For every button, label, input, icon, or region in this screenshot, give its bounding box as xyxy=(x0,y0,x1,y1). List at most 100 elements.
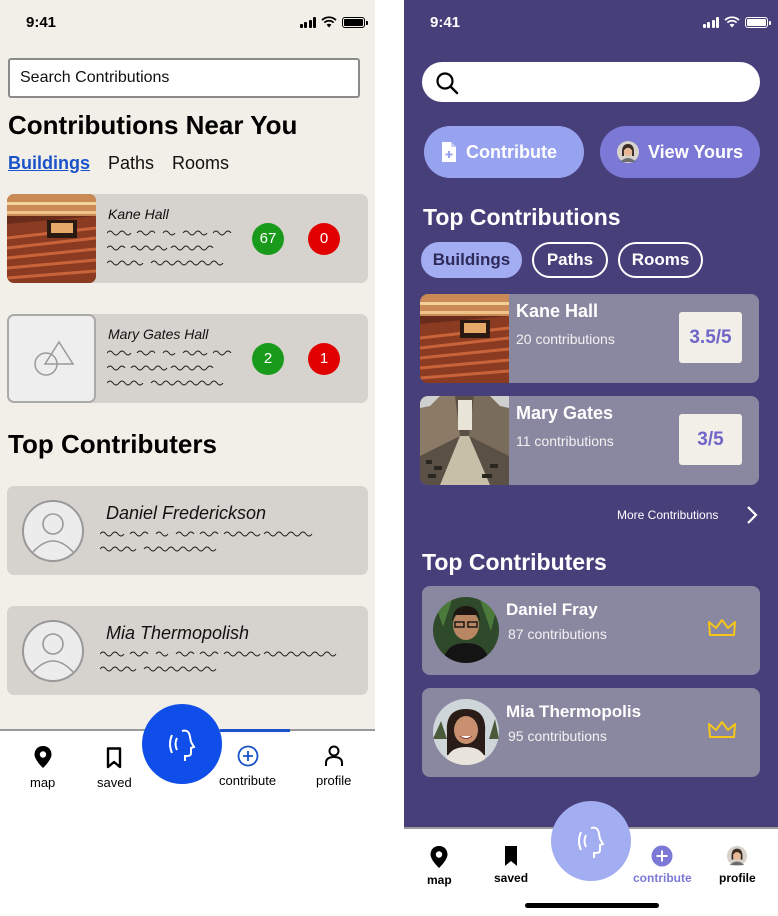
section-title-top-contributions: Top Contributions xyxy=(423,204,621,230)
contributor-name: Daniel Fray xyxy=(506,600,598,619)
nav-label: saved xyxy=(494,871,529,885)
tab-bar: Buildings Paths Rooms xyxy=(8,153,229,174)
nav-label: contribute xyxy=(219,773,277,788)
voice-speak-icon xyxy=(578,826,605,858)
add-circle-icon xyxy=(651,845,673,867)
nav-label: profile xyxy=(316,773,352,788)
rating-badge: 3/5 xyxy=(679,414,742,465)
hifi-screen: 9:41 Contribute View Yours Top Contribut… xyxy=(404,0,778,916)
contributor-name: Mia Thermopolis xyxy=(506,702,642,721)
building-name: Mary Gates Hall xyxy=(108,326,209,342)
building-card-kane-hall[interactable]: Kane Hall 20 contributions 3.5/5 xyxy=(420,294,759,383)
page-title: Contributions Near You xyxy=(8,110,298,140)
atrium-photo xyxy=(420,396,509,485)
avatar xyxy=(433,597,499,663)
tab-rooms[interactable]: Rooms xyxy=(172,153,229,174)
nav-profile[interactable]: profile xyxy=(719,845,756,885)
wifi-icon xyxy=(321,16,337,28)
nav-label: saved xyxy=(97,775,132,790)
lofi-screen: 9:41 Search Contributions Contributions … xyxy=(0,0,375,916)
building-card-mary-gates[interactable]: Mary Gates 11 contributions 3/5 xyxy=(420,396,759,485)
contributor-name: Mia Thermopolish xyxy=(106,623,250,643)
add-circle-icon xyxy=(237,745,258,767)
building-name: Mary Gates xyxy=(516,403,614,423)
contribution-count: 11 contributions xyxy=(516,433,614,449)
building-card-mary-gates-hall[interactable]: Mary Gates Hall 2 1 xyxy=(7,314,368,403)
map-pin-icon xyxy=(34,746,52,768)
chevron-right-icon[interactable] xyxy=(746,505,758,525)
map-pin-icon xyxy=(430,846,448,868)
chip-paths[interactable]: Paths xyxy=(532,242,608,278)
downvote-count[interactable]: 1 xyxy=(308,343,340,375)
tab-buildings[interactable]: Buildings xyxy=(8,153,90,174)
contribute-button[interactable]: Contribute xyxy=(424,126,584,178)
nav-saved[interactable]: saved xyxy=(494,845,528,885)
more-contributions-link[interactable]: More Contributions xyxy=(617,508,718,522)
chip-buildings[interactable]: Buildings xyxy=(421,242,522,278)
bookmark-icon xyxy=(505,846,518,866)
upvote-count[interactable]: 2 xyxy=(252,343,284,375)
nav-map[interactable]: map xyxy=(427,845,452,887)
nav-contribute[interactable]: contribute xyxy=(633,845,692,885)
nav-contribute[interactable]: contribute xyxy=(219,745,276,788)
status-bar: 9:41 xyxy=(404,14,778,34)
search-input[interactable]: Search Contributions xyxy=(8,58,360,98)
section-title-top-contributors: Top Contributers xyxy=(8,429,217,459)
battery-icon xyxy=(342,16,368,28)
status-icons xyxy=(702,16,771,28)
battery-icon xyxy=(745,16,771,28)
nav-label: map xyxy=(427,873,452,887)
building-card-kane-hall[interactable]: Kane Hall 67 0 xyxy=(7,194,368,283)
contribute-label: Contribute xyxy=(466,141,557,162)
placeholder-text-squiggle xyxy=(100,531,313,552)
contribution-count: 20 contributions xyxy=(516,331,615,347)
active-tab-indicator xyxy=(220,729,290,732)
view-yours-button[interactable]: View Yours xyxy=(600,126,760,178)
tab-paths[interactable]: Paths xyxy=(108,153,154,174)
voice-fab-button[interactable] xyxy=(142,704,222,784)
contribution-count: 87 contributions xyxy=(508,626,607,642)
home-indicator xyxy=(525,903,659,908)
view-yours-label: View Yours xyxy=(648,141,744,162)
placeholder-text-squiggle xyxy=(100,651,337,672)
nav-map[interactable]: map xyxy=(30,745,55,790)
nav-saved[interactable]: saved xyxy=(97,747,132,790)
voice-fab-button[interactable] xyxy=(551,801,631,881)
avatar-placeholder-icon xyxy=(22,620,84,682)
downvote-count[interactable]: 0 xyxy=(308,223,340,255)
nav-label: map xyxy=(30,775,56,790)
nav-label: contribute xyxy=(633,871,692,885)
nav-profile[interactable]: profile xyxy=(316,745,351,788)
status-time: 9:41 xyxy=(430,14,461,31)
placeholder-shapes-icon xyxy=(7,314,96,403)
auditorium-photo xyxy=(7,194,96,283)
add-document-icon xyxy=(442,142,456,162)
contributor-name: Daniel Frederickson xyxy=(106,503,267,523)
avatar-placeholder-icon xyxy=(22,500,84,562)
status-time: 9:41 xyxy=(26,14,57,31)
nav-label: profile xyxy=(719,871,756,885)
user-avatar-icon xyxy=(727,845,748,867)
chip-rooms[interactable]: Rooms xyxy=(618,242,703,278)
upvote-count[interactable]: 67 xyxy=(252,223,284,255)
status-bar: 9:41 xyxy=(0,14,375,34)
building-name: Kane Hall xyxy=(108,206,169,222)
rating-badge: 3.5/5 xyxy=(679,312,742,363)
placeholder-text-squiggle xyxy=(107,350,232,386)
crown-icon xyxy=(708,721,736,738)
contributor-card-mia[interactable]: Mia Thermopolish xyxy=(7,606,368,695)
crown-icon xyxy=(708,619,736,636)
auditorium-photo xyxy=(420,294,509,383)
wifi-icon xyxy=(724,16,740,28)
search-icon xyxy=(436,72,459,95)
contributor-card-daniel[interactable]: Daniel Frederickson xyxy=(7,486,368,575)
contributor-card-daniel[interactable]: Daniel Fray 87 contributions xyxy=(422,586,760,675)
bookmark-icon xyxy=(107,747,122,769)
avatar xyxy=(433,699,499,765)
building-name: Kane Hall xyxy=(516,301,599,321)
voice-speak-icon xyxy=(169,729,196,761)
contributor-card-mia[interactable]: Mia Thermopolis 95 contributions xyxy=(422,688,760,777)
user-avatar-icon xyxy=(617,141,639,163)
search-input[interactable] xyxy=(422,62,760,102)
contribution-count: 95 contributions xyxy=(508,728,607,744)
